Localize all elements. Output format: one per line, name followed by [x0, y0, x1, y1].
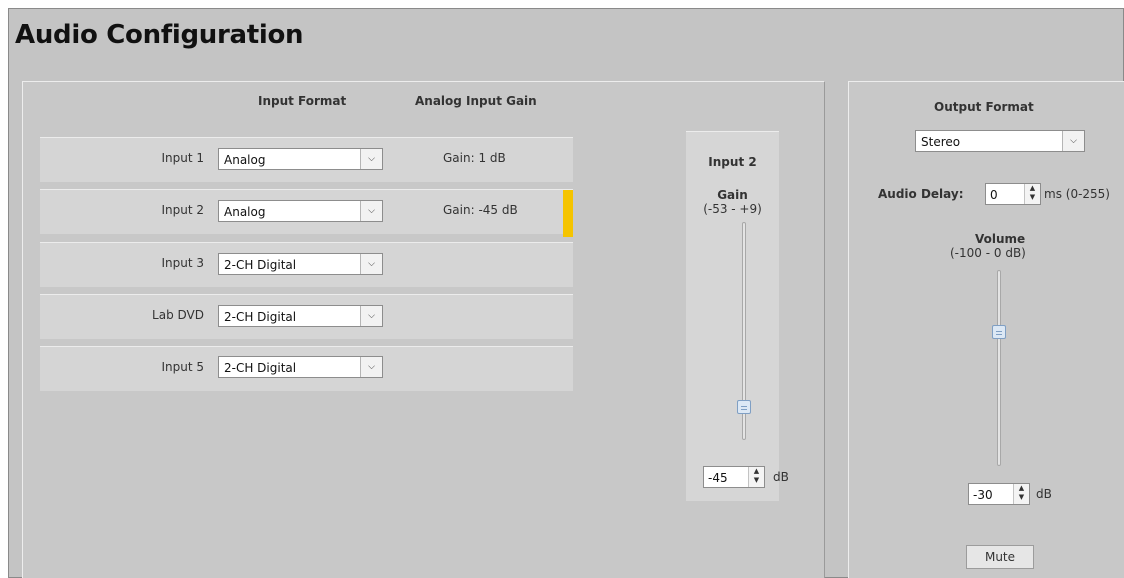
chevron-down-icon[interactable]: ⌵: [360, 357, 382, 377]
select-value: Analog: [224, 205, 266, 219]
analog-gain-header: Analog Input Gain: [415, 94, 537, 108]
gain-panel: Input 2 Gain (-53 - +9): [686, 131, 779, 501]
select-value: Stereo: [921, 135, 961, 149]
select-value: Analog: [224, 153, 266, 167]
gain-unit: dB: [773, 470, 789, 484]
input-format-select-2[interactable]: Analog ⌵: [218, 200, 383, 222]
chevron-down-icon[interactable]: ⌵: [360, 149, 382, 169]
output-format-header: Output Format: [934, 100, 1034, 114]
page-title: Audio Configuration: [15, 20, 304, 50]
input-format-select-4[interactable]: 2-CH Digital ⌵: [218, 305, 383, 327]
volume-slider-track[interactable]: [997, 270, 1001, 466]
delay-value: 0: [990, 188, 998, 202]
input-format-select-1[interactable]: Analog ⌵: [218, 148, 383, 170]
select-value: 2-CH Digital: [224, 258, 297, 272]
gain-range: (-53 - +9): [703, 202, 762, 216]
volume-slider-thumb[interactable]: [992, 324, 1006, 339]
input-format-select-5[interactable]: 2-CH Digital ⌵: [218, 356, 383, 378]
audio-delay-label: Audio Delay:: [878, 187, 964, 201]
audio-delay-range: ms (0-255): [1044, 187, 1110, 201]
volume-spinbox[interactable]: -30 ▲ ▼: [968, 483, 1030, 505]
input-label: Input 2: [161, 203, 204, 217]
chevron-down-icon[interactable]: ⌵: [360, 306, 382, 326]
select-value: 2-CH Digital: [224, 361, 297, 375]
input-label: Input 5: [161, 360, 204, 374]
input-gain-readout: Gain: 1 dB: [443, 151, 506, 165]
spinner-arrows-icon[interactable]: ▲ ▼: [1013, 484, 1029, 504]
volume-label: Volume: [975, 232, 1026, 246]
spinner-arrows-icon[interactable]: ▲ ▼: [1024, 184, 1040, 204]
input-label: Input 1: [161, 151, 204, 165]
input-label: Lab DVD: [152, 308, 204, 322]
chevron-down-icon[interactable]: ⌵: [1062, 131, 1084, 151]
gain-panel-title: Input 2: [708, 155, 757, 169]
spinner-arrows-icon[interactable]: ▲ ▼: [748, 467, 764, 487]
input-label: Input 3: [161, 256, 204, 270]
input-gain-readout: Gain: -45 dB: [443, 203, 518, 217]
selected-row-indicator: [563, 190, 573, 237]
input-format-select-3[interactable]: 2-CH Digital ⌵: [218, 253, 383, 275]
chevron-down-icon[interactable]: ⌵: [360, 201, 382, 221]
mute-button[interactable]: Mute: [966, 545, 1034, 569]
output-format-select[interactable]: Stereo ⌵: [915, 130, 1085, 152]
gain-label: Gain: [717, 188, 748, 202]
gain-slider-thumb[interactable]: [737, 399, 751, 414]
volume-unit: dB: [1036, 487, 1052, 501]
gain-value: -45: [708, 471, 728, 485]
chevron-down-icon[interactable]: ⌵: [360, 254, 382, 274]
volume-value: -30: [973, 488, 993, 502]
audio-delay-spinbox[interactable]: 0 ▲ ▼: [985, 183, 1041, 205]
gain-spinbox[interactable]: -45 ▲ ▼: [703, 466, 765, 488]
input-format-header: Input Format: [258, 94, 347, 108]
select-value: 2-CH Digital: [224, 310, 297, 324]
volume-range: (-100 - 0 dB): [950, 246, 1026, 260]
